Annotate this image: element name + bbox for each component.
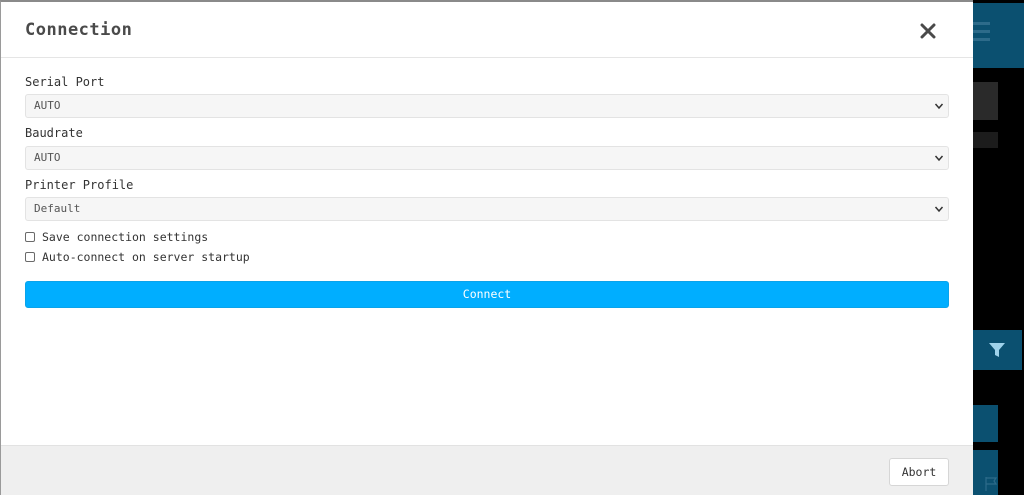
printer-profile-select[interactable]: Default [25, 197, 949, 221]
close-button[interactable] [915, 18, 941, 44]
serial-port-select[interactable]: AUTO [25, 94, 949, 118]
baudrate-label: Baudrate [25, 126, 83, 140]
chevron-down-icon [934, 155, 944, 162]
filter-icon [989, 343, 1005, 357]
flag-icon [985, 477, 998, 491]
connection-modal: Connection Serial Port AUTO Baudrate AUT… [0, 0, 973, 495]
chevron-down-icon [934, 206, 944, 213]
background-filter-button [972, 330, 1022, 370]
background-button [972, 405, 998, 442]
save-settings-checkbox[interactable] [25, 232, 35, 242]
save-settings-option[interactable]: Save connection settings [25, 230, 208, 244]
auto-connect-label: Auto-connect on server startup [42, 250, 250, 264]
serial-port-value: AUTO [34, 99, 61, 112]
chevron-down-icon [934, 103, 944, 110]
auto-connect-option[interactable]: Auto-connect on server startup [25, 250, 250, 264]
background-menu-button [972, 3, 1024, 68]
connect-button[interactable]: Connect [25, 281, 949, 308]
background-panel-strip [972, 132, 998, 148]
printer-profile-label: Printer Profile [25, 178, 134, 192]
abort-button[interactable]: Abort [889, 458, 949, 486]
baudrate-select[interactable]: AUTO [25, 146, 949, 170]
modal-header: Connection [1, 2, 973, 58]
background-panel [972, 82, 998, 120]
modal-footer: Abort [1, 445, 973, 495]
auto-connect-checkbox[interactable] [25, 252, 35, 262]
baudrate-value: AUTO [34, 151, 61, 164]
serial-port-label: Serial Port [25, 75, 105, 89]
modal-title: Connection [25, 20, 133, 40]
printer-profile-value: Default [34, 202, 81, 215]
save-settings-label: Save connection settings [42, 230, 209, 244]
close-icon [920, 23, 936, 39]
